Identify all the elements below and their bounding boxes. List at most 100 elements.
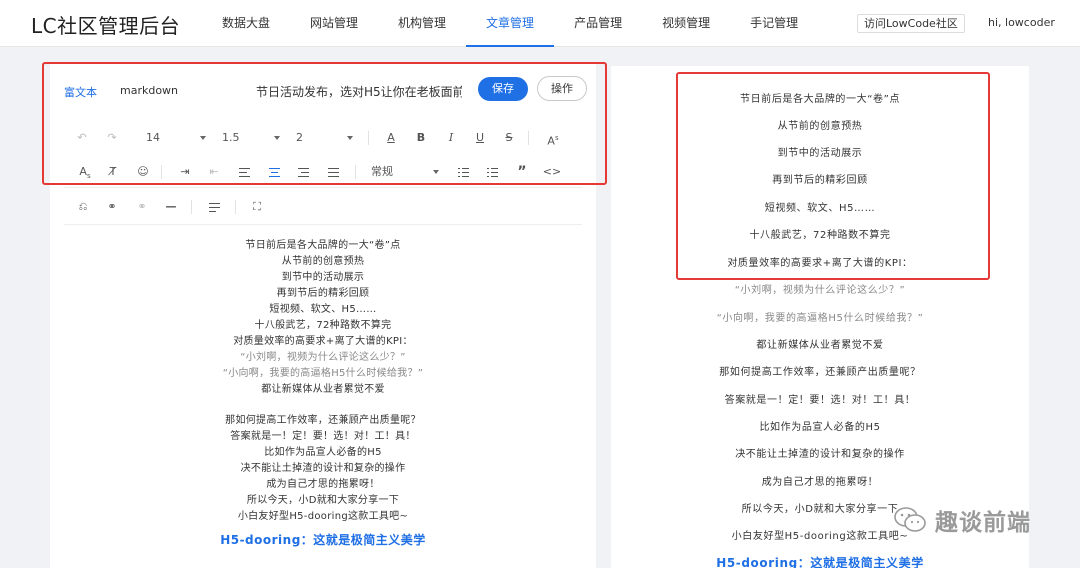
editor-line: 节日前后是各大品牌的一大“卷”点 [245,240,401,251]
editor-line: “小刘啊，视频为什么评论这么少？” [240,352,406,363]
article-title-input[interactable] [256,80,462,102]
editor-line: 那如何提高工作效率，还兼顾产出质量呢？ [225,415,421,426]
align-left-glyph [238,167,250,177]
chevron-down-icon [200,136,206,140]
link-icon[interactable]: ⚭ [104,192,120,222]
toolbar-divider [191,200,192,214]
subscript-icon[interactable]: As [77,157,93,187]
emoji-icon[interactable]: ☺ [136,157,150,187]
superscript-icon[interactable]: As [545,123,561,153]
line-spacing-icon[interactable] [207,192,221,222]
nav-item-site[interactable]: 网站管理 [290,0,378,47]
nav-item-dashboard[interactable]: 数据大盘 [202,0,290,47]
bullet-list-glyph [457,167,469,177]
undo-icon[interactable]: ↶ [74,123,90,153]
top-header: LC社区管理后台 数据大盘 网站管理 机构管理 文章管理 产品管理 视频管理 手… [0,0,1080,47]
toolbar-divider-line [64,187,582,188]
toolbar-divider [368,131,369,145]
align-justify-icon[interactable] [326,157,340,187]
nav-item-notes[interactable]: 手记管理 [730,0,818,47]
align-center-glyph [268,167,280,177]
chevron-down-icon [433,170,439,174]
user-greeting[interactable]: hi, lowcoder [988,16,1055,29]
preview-line: 再到节后的精彩回顾 [772,175,868,186]
align-left-icon[interactable] [237,157,251,187]
editor-line: 对质量效率的高要求+离了大谱的KPI： [233,336,413,347]
line-spacing-glyph [208,202,220,212]
tab-markdown[interactable]: markdown [120,84,178,97]
fullscreen-icon[interactable]: ⛶ [249,192,265,222]
chevron-down-icon [347,136,353,140]
align-right-glyph [297,167,309,177]
editor-line: 所以今天，小D就和大家分享一下 [246,495,400,506]
preview-line: “小刘啊，视频为什么评论这么少？” [734,285,906,296]
toolbar-row-3: ⎌ ⚭ ⚭ — ⛶ [50,192,596,222]
underline-icon[interactable]: U [473,123,487,153]
editor-line: “小向啊，我要的高逼格H5什么时候给我？” [222,368,424,379]
preview-line: 对质量效率的高要求+离了大谱的KPI： [727,258,913,269]
subscript-glyph: A [79,165,87,178]
nav-item-videos[interactable]: 视频管理 [642,0,730,47]
letter-spacing-select[interactable]: 2 [296,123,306,153]
horizontal-rule-icon[interactable]: — [163,192,179,222]
code-icon[interactable]: <> [542,157,562,187]
superscript-glyph: A [547,134,555,148]
editor-top-bar: 富文本 markdown 保存 操作 [50,64,596,116]
preview-line: 决不能让土掉渣的设计和复杂的操作 [735,449,905,460]
toolbar-row-1: ↶ ↷ 14 1.5 2 A B I U S As [50,123,596,153]
unlink-icon[interactable]: ⚭ [134,192,150,222]
preview-line: 比如作为品宣人必备的H5 [759,422,881,433]
bold-icon[interactable]: B [414,123,428,153]
ordered-list-icon[interactable] [485,157,499,187]
format-painter-icon[interactable]: ⎌ [75,192,91,222]
preview-line: 到节中的活动展示 [777,148,863,159]
strikethrough-icon[interactable]: S [502,123,516,153]
redo-icon[interactable]: ↷ [104,123,120,153]
preview-line: 短视频、软文、H5…… [764,203,876,214]
tab-rich-text[interactable]: 富文本 [64,84,97,100]
editor-line: 短视频、软文、H5…… [269,304,377,315]
toolbar-divider [528,131,529,145]
editor-line: 决不能让土掉渣的设计和复杂的操作 [240,463,406,474]
align-center-icon[interactable] [267,157,281,187]
watermark-text: 趣谈前端 [935,510,1031,536]
indent-decrease-icon[interactable]: ⇤ [207,157,221,187]
editor-line: 小白友好型H5-dooring这款工具吧~ [237,511,409,522]
quote-icon[interactable]: ” [515,157,529,187]
nav-item-products[interactable]: 产品管理 [554,0,642,47]
wechat-icon [894,507,926,532]
toolbar-divider [235,200,236,214]
toolbar-divider [355,165,356,179]
editor-line: 成为自己才思的拖累呀！ [266,479,380,490]
indent-increase-icon[interactable]: ⇥ [178,157,192,187]
text-style-select[interactable]: 常规 [371,157,397,187]
font-size-select[interactable]: 14 [146,123,160,153]
preview-line: 都让新媒体从业者累觉不爱 [756,340,884,351]
preview-heading: H5-dooring：这就是极简主义美学 [716,556,924,568]
visit-community-button[interactable]: 访问LowCode社区 [857,14,965,33]
preview-line: 节日前后是各大品牌的一大“卷”点 [740,94,900,105]
toolbar-divider [161,165,162,179]
editor-line: 都让新媒体从业者累觉不爱 [261,384,385,395]
editor-heading: H5-dooring：这就是极简主义美学 [220,533,426,547]
main-nav: 数据大盘 网站管理 机构管理 文章管理 产品管理 视频管理 手记管理 [202,0,818,47]
save-button[interactable]: 保存 [478,77,528,101]
app-title: LC社区管理后台 [31,14,181,38]
ordered-list-glyph [486,167,498,177]
editor-line: 到节中的活动展示 [281,272,365,283]
chevron-down-icon [274,136,280,140]
editor-panel: 富文本 markdown 保存 操作 ↶ ↷ 14 1.5 2 A B I U … [50,64,596,568]
font-color-icon[interactable]: A [384,123,398,153]
align-right-icon[interactable] [296,157,310,187]
operate-button[interactable]: 操作 [537,76,587,101]
bullet-list-icon[interactable] [456,157,470,187]
clear-format-icon[interactable]: T̸ [106,157,120,187]
line-height-select[interactable]: 1.5 [222,123,240,153]
nav-item-articles[interactable]: 文章管理 [466,0,555,47]
preview-line: 成为自己才思的拖累呀！ [761,477,879,488]
align-justify-glyph [327,167,339,177]
superscript-mark: s [554,134,559,142]
toolbar-row-2: As T̸ ☺ ⇥ ⇤ 常规 ” <> [50,157,596,187]
nav-item-org[interactable]: 机构管理 [378,0,466,47]
italic-icon[interactable]: I [444,123,458,153]
